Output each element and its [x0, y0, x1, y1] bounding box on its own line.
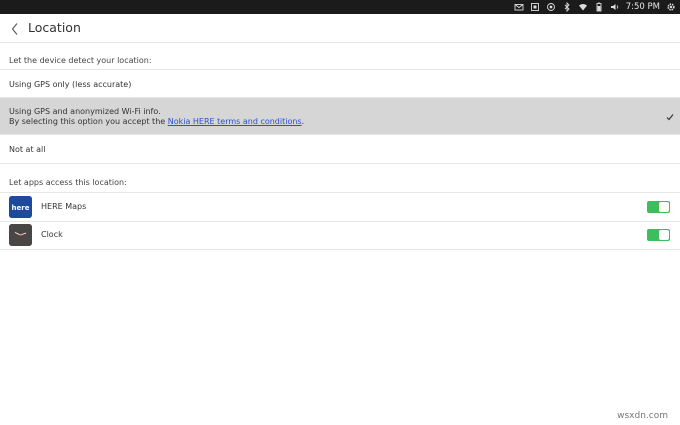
watermark: wsxdn.com	[617, 411, 668, 421]
option-gps-only[interactable]: Using GPS only (less accurate)	[0, 69, 680, 98]
terms-suffix: .	[301, 117, 305, 126]
detect-section-label: Let the device detect your location:	[9, 56, 152, 65]
apps-section-label: Let apps access this location:	[9, 178, 127, 187]
checkmark-icon	[666, 113, 674, 121]
page-title: Location	[28, 20, 81, 35]
scan-icon	[530, 2, 540, 12]
status-bar: 7:50 PM	[0, 0, 680, 14]
option-not-at-all[interactable]: Not at all	[0, 135, 680, 164]
option-gps-wifi-line2: By selecting this option you accept the …	[9, 117, 304, 126]
clock-icon	[9, 224, 32, 246]
wifi-icon	[578, 2, 588, 12]
battery-icon	[594, 2, 604, 12]
option-not-at-all-label: Not at all	[9, 145, 46, 154]
gear-icon[interactable]	[666, 2, 676, 12]
nokia-here-terms-link[interactable]: Nokia HERE terms and conditions	[168, 117, 302, 126]
back-chevron-icon[interactable]	[10, 21, 20, 35]
status-icons: 7:50 PM	[514, 0, 676, 14]
app-name-clock: Clock	[41, 230, 63, 239]
option-gps-wifi-line1: Using GPS and anonymized Wi-Fi info.	[9, 107, 161, 116]
app-row-here-maps: here HERE Maps	[0, 192, 680, 222]
toggle-knob	[659, 202, 669, 212]
option-gps-wifi[interactable]: Using GPS and anonymized Wi-Fi info. By …	[0, 98, 680, 135]
bluetooth-icon	[562, 2, 572, 12]
toggle-knob	[659, 230, 669, 240]
here-maps-icon: here	[9, 196, 32, 218]
option-gps-only-label: Using GPS only (less accurate)	[9, 80, 132, 89]
status-time: 7:50 PM	[625, 2, 660, 12]
svg-text:here: here	[12, 204, 30, 212]
app-name-here-maps: HERE Maps	[41, 202, 87, 211]
page-header: Location	[0, 14, 680, 43]
mail-icon	[514, 2, 524, 12]
terms-prefix: By selecting this option you accept the	[9, 117, 168, 126]
here-maps-toggle[interactable]	[647, 201, 670, 213]
app-row-clock: Clock	[0, 221, 680, 250]
location-icon	[546, 2, 556, 12]
clock-toggle[interactable]	[647, 229, 670, 241]
volume-icon	[610, 2, 620, 12]
